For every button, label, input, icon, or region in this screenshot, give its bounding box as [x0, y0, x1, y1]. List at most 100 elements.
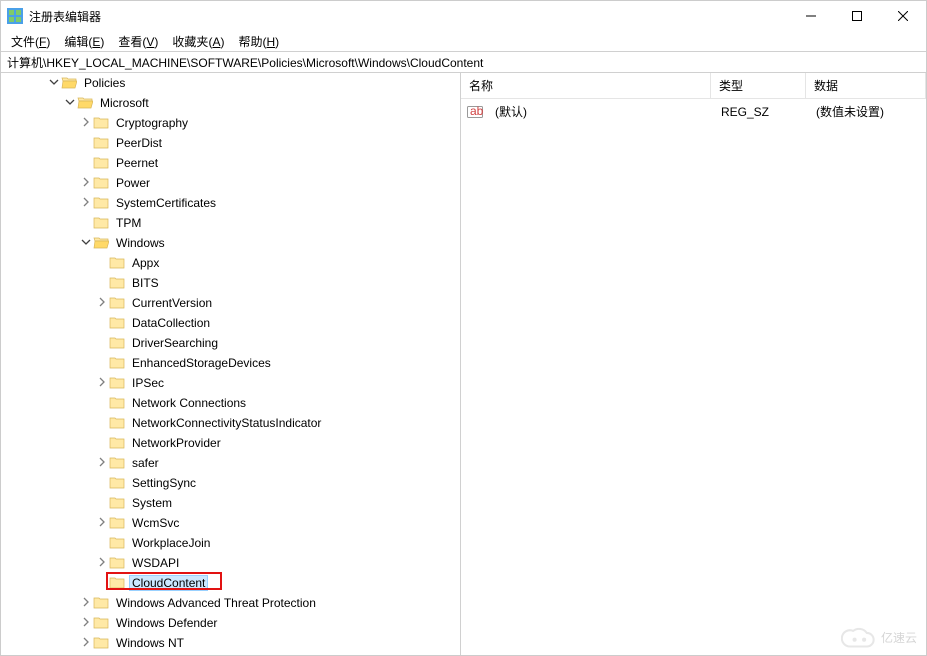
tree-item-ipsec[interactable]: IPSec [1, 373, 460, 393]
folder-icon [109, 335, 125, 351]
expander-closed-icon[interactable] [79, 197, 93, 210]
tree-item-cryptography[interactable]: Cryptography [1, 113, 460, 133]
tree-item-peerdist[interactable]: PeerDist [1, 133, 460, 153]
expander-open-icon[interactable] [47, 77, 61, 90]
tree-item-label: NetworkProvider [129, 435, 224, 451]
tree-item-currentversion[interactable]: CurrentVersion [1, 293, 460, 313]
folder-icon [93, 175, 109, 191]
expander-closed-icon[interactable] [79, 117, 93, 130]
tree-item-windowsnt[interactable]: Windows NT [1, 633, 460, 653]
list-header: 名称 类型 数据 [461, 73, 926, 99]
folder-open-icon [61, 75, 77, 91]
tree-item-workplacejoin[interactable]: WorkplaceJoin [1, 533, 460, 553]
window-title: 注册表编辑器 [29, 8, 788, 25]
expander-closed-icon[interactable] [79, 617, 93, 630]
close-button[interactable] [880, 1, 926, 31]
tree-item-label: WcmSvc [129, 515, 182, 531]
folder-icon [93, 635, 109, 651]
tree-item-safer[interactable]: safer [1, 453, 460, 473]
address-bar[interactable]: 计算机\HKEY_LOCAL_MACHINE\SOFTWARE\Policies… [1, 51, 926, 73]
tree-item-label: SystemCertificates [113, 195, 219, 211]
column-data[interactable]: 数据 [806, 73, 926, 98]
tree-item-policies[interactable]: Policies [1, 73, 460, 93]
expander-closed-icon[interactable] [79, 177, 93, 190]
expander-closed-icon[interactable] [95, 457, 109, 470]
tree-item-label: CurrentVersion [129, 295, 215, 311]
tree-item-networkprovider[interactable]: NetworkProvider [1, 433, 460, 453]
minimize-button[interactable] [788, 1, 834, 31]
tree-item-driversearching[interactable]: DriverSearching [1, 333, 460, 353]
tree-item-peernet[interactable]: Peernet [1, 153, 460, 173]
tree-item-tpm[interactable]: TPM [1, 213, 460, 233]
folder-icon [109, 315, 125, 331]
tree-item-microsoft[interactable]: Microsoft [1, 93, 460, 113]
folder-icon [93, 195, 109, 211]
tree-item-windows[interactable]: Windows [1, 233, 460, 253]
tree-item-label: Appx [129, 255, 162, 271]
tree-item-enhancedstoragedevices[interactable]: EnhancedStorageDevices [1, 353, 460, 373]
tree-item-label: Windows Advanced Threat Protection [113, 595, 319, 611]
folder-icon [109, 515, 125, 531]
tree-item-power[interactable]: Power [1, 173, 460, 193]
tree-item-label: Network Connections [129, 395, 249, 411]
column-name[interactable]: 名称 [461, 73, 711, 98]
expander-closed-icon[interactable] [95, 297, 109, 310]
tree-item-appx[interactable]: Appx [1, 253, 460, 273]
tree-item-bits[interactable]: BITS [1, 273, 460, 293]
tree-item-watp[interactable]: Windows Advanced Threat Protection [1, 593, 460, 613]
folder-icon [93, 155, 109, 171]
tree-item-label: Power [113, 175, 153, 191]
value-type: REG_SZ [713, 103, 808, 121]
folder-icon [109, 375, 125, 391]
tree-item-label: BITS [129, 275, 162, 291]
expander-open-icon[interactable] [63, 97, 77, 110]
list-row[interactable]: ab (默认) REG_SZ (数值未设置) [461, 99, 926, 124]
expander-closed-icon[interactable] [95, 557, 109, 570]
tree-item-label: Windows [113, 235, 168, 251]
tree-item-windowsdefender[interactable]: Windows Defender [1, 613, 460, 633]
tree-item-label: TPM [113, 215, 144, 231]
tree-item-label: WorkplaceJoin [129, 535, 213, 551]
value-data: (数值未设置) [808, 101, 926, 122]
folder-open-icon [77, 95, 93, 111]
folder-icon [93, 595, 109, 611]
expander-closed-icon[interactable] [79, 597, 93, 610]
tree-item-label: IPSec [129, 375, 167, 391]
tree-item-wsdapi[interactable]: WSDAPI [1, 553, 460, 573]
tree-item-networkconnectivitystatusindicator[interactable]: NetworkConnectivityStatusIndicator [1, 413, 460, 433]
tree-item-systemcertificates[interactable]: SystemCertificates [1, 193, 460, 213]
tree-item-datacollection[interactable]: DataCollection [1, 313, 460, 333]
menubar: 文件(F) 编辑(E) 查看(V) 收藏夹(A) 帮助(H) [1, 31, 926, 51]
menu-file[interactable]: 文件(F) [5, 31, 56, 52]
menu-help[interactable]: 帮助(H) [232, 31, 285, 52]
folder-icon [93, 115, 109, 131]
expander-open-icon[interactable] [79, 237, 93, 250]
tree-pane: PoliciesMicrosoft Cryptography PeerDistPee… [1, 73, 461, 655]
string-value-icon: ab [467, 104, 483, 120]
expander-closed-icon[interactable] [79, 637, 93, 650]
tree-item-wcmsvc[interactable]: WcmSvc [1, 513, 460, 533]
menu-favorites[interactable]: 收藏夹(A) [166, 31, 230, 52]
tree-item-label: System [129, 495, 175, 511]
menu-view[interactable]: 查看(V) [112, 31, 164, 52]
column-type[interactable]: 类型 [711, 73, 806, 98]
expander-closed-icon[interactable] [95, 377, 109, 390]
tree-item-label: Cryptography [113, 115, 191, 131]
tree-item-settingsync[interactable]: SettingSync [1, 473, 460, 493]
folder-icon [109, 555, 125, 571]
content-area: PoliciesMicrosoft Cryptography PeerDistPee… [1, 73, 926, 655]
maximize-button[interactable] [834, 1, 880, 31]
tree-item-networkconnections[interactable]: Network Connections [1, 393, 460, 413]
folder-icon [109, 455, 125, 471]
tree-scroll[interactable]: PoliciesMicrosoft Cryptography PeerDistPee… [1, 73, 460, 655]
registry-editor-window: 注册表编辑器 文件(F) 编辑(E) 查看(V) 收藏夹(A) 帮助(H) 计算… [0, 0, 927, 656]
titlebar[interactable]: 注册表编辑器 [1, 1, 926, 31]
tree-item-label: WSDAPI [129, 555, 182, 571]
expander-closed-icon[interactable] [95, 517, 109, 530]
tree-item-label: Windows NT [113, 635, 187, 651]
folder-icon [93, 135, 109, 151]
tree-item-system[interactable]: System [1, 493, 460, 513]
menu-edit[interactable]: 编辑(E) [58, 31, 110, 52]
tree-item-cloudcontent[interactable]: CloudContent [1, 573, 460, 593]
folder-icon [109, 275, 125, 291]
